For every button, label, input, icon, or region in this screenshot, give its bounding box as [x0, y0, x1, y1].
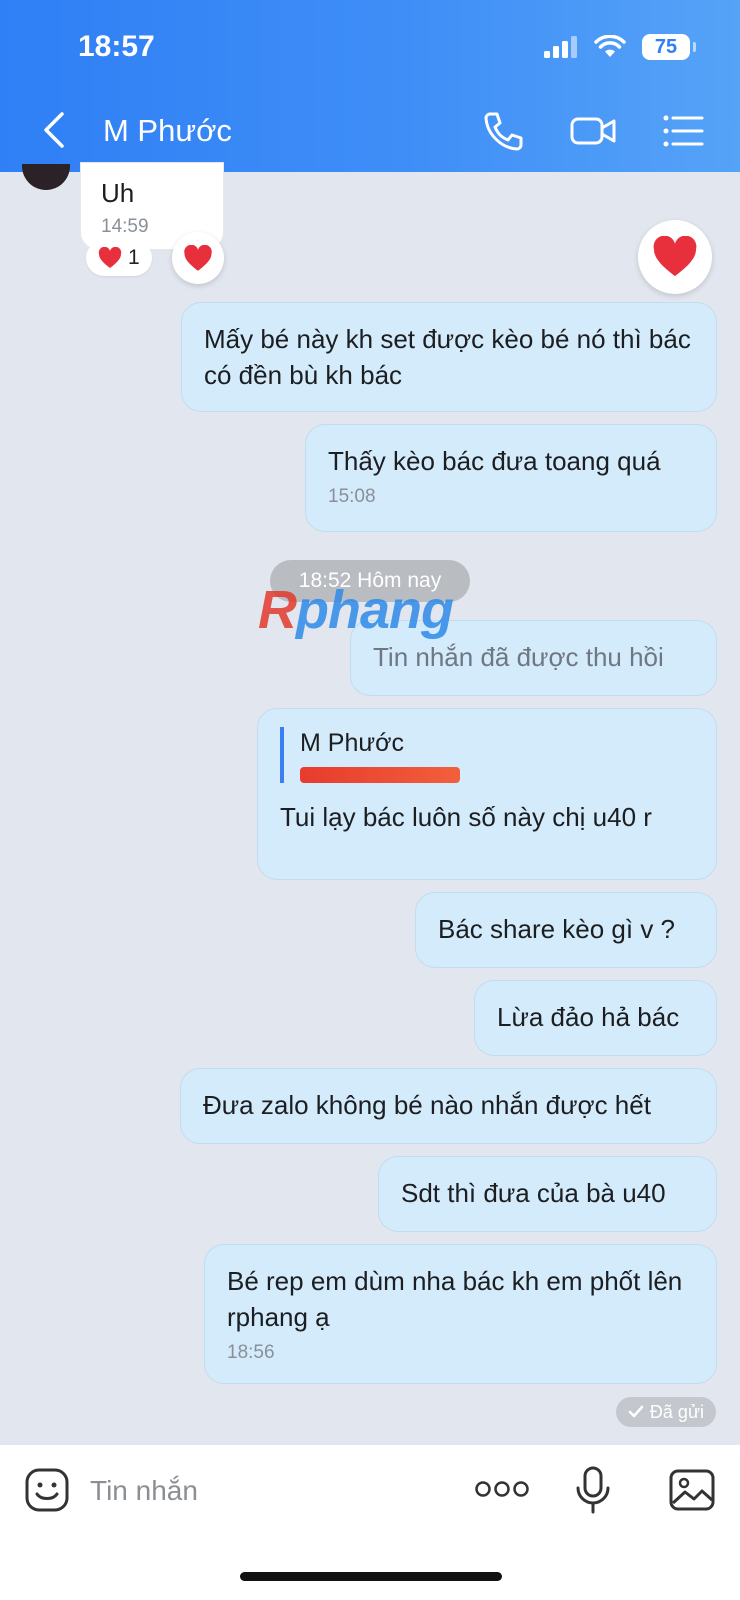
avatar[interactable] [22, 164, 70, 190]
reaction-count: 1 [128, 246, 140, 269]
redaction-bar [300, 767, 460, 783]
heart-icon [184, 244, 212, 271]
battery-indicator: 75 [642, 34, 696, 60]
back-icon [44, 112, 64, 148]
call-button[interactable] [480, 108, 526, 154]
check-icon [628, 1405, 644, 1418]
heart-icon [653, 236, 697, 277]
message-text: Tin nhắn đã được thu hồi [373, 642, 664, 672]
message-text: Tui lạy bác luôn số này chị u40 r [280, 802, 652, 832]
message-time: 18:56 [227, 1342, 275, 1363]
message-input[interactable]: Tin nhắn [90, 1475, 198, 1507]
message-list[interactable]: Uh 14:59 1 Mấy bé này kh set được kèo bé… [0, 162, 740, 1445]
message-text: Lừa đảo hả bác [497, 1002, 680, 1032]
mic-icon [576, 1466, 610, 1514]
chat-title[interactable]: M Phước [103, 113, 232, 149]
header: 18:57 75 M Phước [0, 0, 740, 172]
message-sent[interactable]: Đưa zalo không bé nào nhắn được hết [180, 1068, 717, 1144]
message-sent[interactable]: Thấy kèo bác đưa toang quá 15:08 [305, 424, 717, 532]
quoted-message[interactable]: M Phước [280, 727, 694, 783]
message-text: Đưa zalo không bé nào nhắn được hết [203, 1090, 651, 1120]
message-text: Bác share kèo gì v ? [438, 914, 676, 944]
message-sent[interactable]: Sdt thì đưa của bà u40 [378, 1156, 717, 1232]
message-reply[interactable]: M Phước Tui lạy bác luôn số này chị u40 … [257, 708, 717, 880]
phone-icon [484, 112, 523, 151]
back-button[interactable] [36, 108, 72, 152]
menu-icon [663, 115, 704, 147]
chat-menu-button[interactable] [660, 108, 706, 154]
sent-status-text: Đã gửi [649, 1401, 704, 1422]
watermark-logo: Rphang [258, 580, 454, 640]
voice-button[interactable] [572, 1465, 614, 1515]
message-sent[interactable]: Lừa đảo hả bác [474, 980, 717, 1056]
message-text: Mấy bé này kh set được kèo bé nó thì bác… [204, 324, 691, 390]
image-button[interactable] [668, 1467, 716, 1513]
message-sent[interactable]: Bác share kèo gì v ? [415, 892, 717, 968]
message-text: Bé rep em dùm nha bác kh em phốt lên rph… [227, 1266, 683, 1332]
sticker-button[interactable] [24, 1467, 70, 1513]
react-button[interactable] [172, 232, 224, 284]
more-button[interactable] [474, 1477, 530, 1501]
status-icons: 75 [544, 34, 696, 60]
reaction-count-badge[interactable]: 1 [86, 240, 152, 276]
heart-icon [98, 247, 122, 268]
message-text: Thấy kèo bác đưa toang quá [328, 446, 661, 476]
image-icon [669, 1469, 715, 1511]
status-time: 18:57 [78, 30, 155, 63]
quote-sender: M Phước [300, 729, 404, 757]
more-icon [475, 1481, 529, 1497]
signal-icon [544, 36, 577, 58]
sticker-icon [25, 1468, 69, 1512]
message-sent[interactable]: Mấy bé này kh set được kèo bé nó thì bác… [181, 302, 717, 412]
home-indicator [240, 1572, 502, 1581]
react-button-large[interactable] [638, 220, 712, 294]
message-text: Sdt thì đưa của bà u40 [401, 1178, 666, 1208]
video-call-button[interactable] [570, 108, 616, 154]
message-time: 15:08 [328, 486, 376, 507]
wifi-icon [594, 35, 626, 57]
message-sent[interactable]: Bé rep em dùm nha bác kh em phốt lên rph… [204, 1244, 717, 1384]
message-text: Uh [101, 178, 135, 208]
video-call-icon [570, 117, 616, 145]
sent-status-badge: Đã gửi [615, 1397, 716, 1427]
nav-actions [480, 108, 706, 154]
